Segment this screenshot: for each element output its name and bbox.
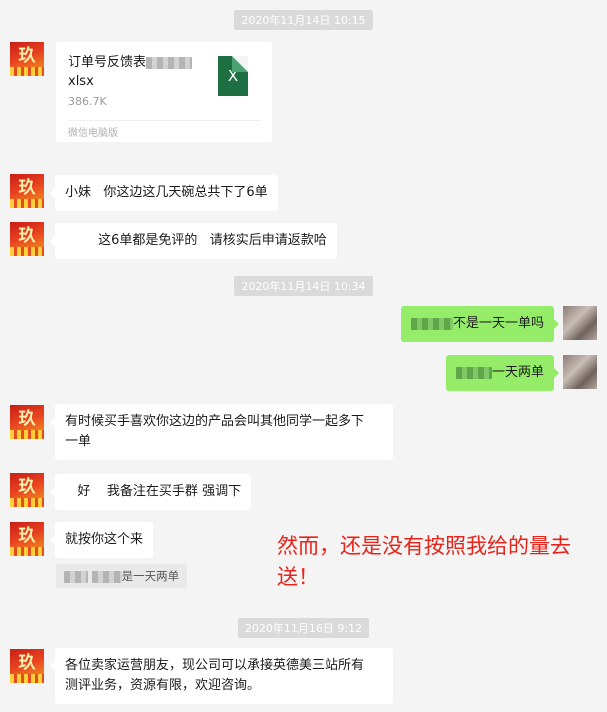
quoted-text: 是一天两单 <box>121 569 180 583</box>
excel-file-icon: X <box>218 56 248 96</box>
avatar-glyph: 玖 <box>18 409 36 429</box>
excel-icon-letter: X <box>227 67 239 85</box>
message-text: 不是一天一单吗 <box>452 316 544 331</box>
divider <box>68 120 262 121</box>
avatar-glyph: 玖 <box>18 526 36 546</box>
contact-avatar[interactable]: 玖 <box>10 473 44 507</box>
message-text: 有时候买手喜欢你这边的产品会叫其他同学一起多下 一单 <box>65 414 365 449</box>
file-source-label: 微信电脑版 <box>68 128 118 139</box>
message-text: 这6单都是免评的 请核实后申请返款哈 <box>65 233 327 248</box>
message-bubble[interactable]: 就按你这个来 <box>49 522 154 558</box>
redacted-text <box>455 366 492 379</box>
redacted-text <box>64 570 88 583</box>
avatar-glyph: 玖 <box>18 226 36 246</box>
message-bubble[interactable]: 这6单都是免评的 请核实后申请返款哈 <box>50 223 337 259</box>
timestamp-label: 2020年11月14日 10:15 <box>234 10 373 30</box>
avatar-flame-decoration <box>10 67 44 76</box>
contact-avatar[interactable]: 玖 <box>10 42 44 76</box>
file-message-card[interactable]: 订单号反馈表 xlsx X 386.7K 微信电脑版 <box>56 42 272 142</box>
contact-avatar[interactable]: 玖 <box>10 222 44 256</box>
contact-avatar[interactable]: 玖 <box>10 405 44 439</box>
file-name: 订单号反馈表 xlsx <box>68 53 208 91</box>
file-name-prefix: 订单号反馈表 <box>68 55 147 70</box>
message-bubble[interactable]: 小妹 你这边这几天碗总共下了6单 <box>50 175 278 211</box>
avatar-glyph: 玖 <box>18 46 36 66</box>
message-text: 各位卖家运营朋友，现公司可以承接英德美三站所有 测评业务，资源有限，欢迎咨询。 <box>65 658 365 693</box>
sent-message-bubble[interactable]: 一天两单 <box>445 355 560 391</box>
file-extension: xlsx <box>68 74 94 89</box>
red-annotation: 然而，还是没有按照我给的量去送！ <box>277 534 571 589</box>
contact-avatar[interactable]: 玖 <box>10 174 44 208</box>
timestamp: 2020年11月14日 10:34 <box>0 276 607 296</box>
avatar-glyph: 玖 <box>18 178 36 198</box>
message-bubble[interactable]: 有时候买手喜欢你这边的产品会叫其他同学一起多下 一单 <box>50 404 393 460</box>
timestamp-label: 2020年11月14日 10:34 <box>234 276 373 296</box>
sent-message-bubble[interactable]: 不是一天一单吗 <box>400 306 560 342</box>
contact-avatar[interactable]: 玖 <box>10 522 44 556</box>
timestamp: 2020年11月16日 9:12 <box>0 618 607 638</box>
message-text: 就按你这个来 <box>65 532 144 547</box>
message-bubble[interactable]: 各位卖家运营朋友，现公司可以承接英德美三站所有 测评业务，资源有限，欢迎咨询。 <box>50 648 393 704</box>
avatar-glyph: 玖 <box>18 653 36 673</box>
avatar-flame-decoration <box>10 498 44 507</box>
avatar-flame-decoration <box>10 430 44 439</box>
file-size: 386.7K <box>68 95 107 108</box>
avatar-flame-decoration <box>10 199 44 208</box>
my-avatar[interactable] <box>563 355 597 389</box>
avatar-flame-decoration <box>10 547 44 556</box>
message-text: 好 我备注在买手群 强调下 <box>65 484 242 499</box>
avatar-flame-decoration <box>10 674 44 683</box>
contact-avatar[interactable]: 玖 <box>10 649 44 683</box>
timestamp: 2020年11月14日 10:15 <box>0 10 607 30</box>
message-text: 一天两单 <box>491 365 544 380</box>
avatar-glyph: 玖 <box>18 477 36 497</box>
message-bubble[interactable]: 好 我备注在买手群 强调下 <box>49 474 252 510</box>
quoted-message[interactable]: 是一天两单 <box>56 564 188 588</box>
redacted-text <box>91 570 122 583</box>
redacted-text <box>146 56 193 69</box>
message-text: 小妹 你这边这几天碗总共下了6单 <box>65 185 268 200</box>
timestamp-label: 2020年11月16日 9:12 <box>237 618 370 638</box>
redacted-text <box>410 317 453 330</box>
my-avatar[interactable] <box>563 306 597 340</box>
avatar-flame-decoration <box>10 247 44 256</box>
